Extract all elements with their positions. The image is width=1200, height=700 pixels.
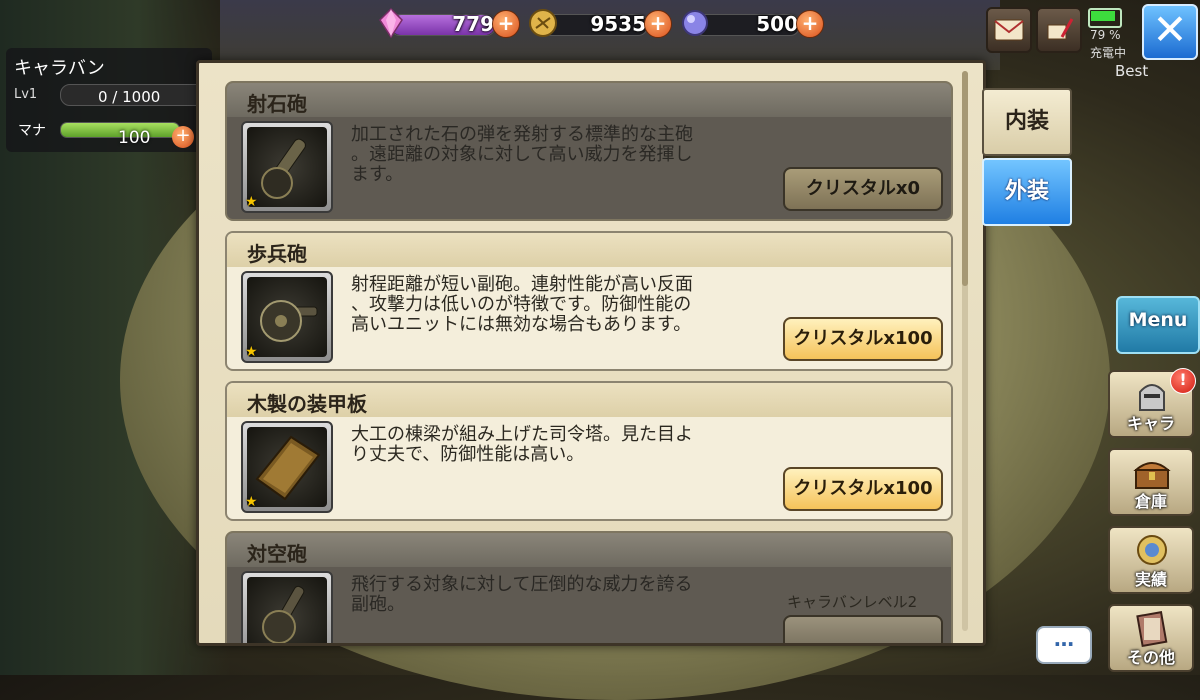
card-header: 歩兵砲: [227, 233, 951, 267]
storage-button-label: 倉庫: [1134, 492, 1167, 511]
item-description: 加工された石の弾を発射する標準的な主砲 。遠距離の対象に対して高い威力を発揮し …: [351, 124, 693, 185]
wooden-armor-plate-icon: [255, 435, 321, 501]
buy-button[interactable]: クリスタルx100: [783, 317, 943, 361]
alert-badge: !: [1170, 368, 1196, 394]
coin-counter: 9535 +: [528, 9, 672, 38]
tab-exterior[interactable]: 外装: [982, 158, 1072, 226]
chat-button[interactable]: …: [1036, 626, 1092, 664]
notice-button[interactable]: [1036, 7, 1082, 53]
add-mana-button[interactable]: +: [172, 126, 194, 148]
tab-interior[interactable]: 内装: [982, 88, 1072, 156]
storage-button[interactable]: 倉庫: [1108, 448, 1194, 516]
infantry-gun-icon: [260, 300, 318, 342]
menu-button[interactable]: Menu: [1116, 296, 1200, 354]
other-button-label: その他: [1126, 648, 1175, 667]
equipment-card: 木製の装甲板 ★ 大工の棟梁が組み上げた司令塔。見た目よ り丈夫で、防御性能は高…: [225, 381, 953, 521]
item-name: 歩兵砲: [247, 242, 307, 266]
mail-button[interactable]: [986, 7, 1032, 53]
battery-percent: 79 %: [1090, 28, 1121, 42]
caravan-name: キャラバン: [14, 58, 105, 79]
anti-air-gun-icon: [262, 585, 305, 643]
rarity-star-icon: ★: [245, 194, 258, 210]
quality-setting: Best: [1115, 62, 1149, 80]
scrollbar[interactable]: [962, 71, 968, 631]
card-header: 木製の装甲板: [227, 383, 951, 417]
item-thumbnail: ★: [241, 271, 333, 363]
caravan-status-panel: キャラバン Lv1 0 / 1000 マナ 100 +: [6, 48, 212, 152]
spirit-orb-icon: [682, 10, 708, 36]
item-thumbnail: ★: [241, 421, 333, 513]
mana-value: 100: [118, 128, 151, 148]
envelope-icon: [994, 19, 1024, 41]
achievements-button-label: 実績: [1134, 570, 1167, 589]
equipment-list-dialog: 射石砲 ★ 加工された石の弾を発射する標準的な主砲 。遠距離の対象に対して高い威…: [196, 60, 986, 646]
add-orbs-button[interactable]: +: [796, 10, 824, 38]
other-button[interactable]: その他: [1108, 604, 1194, 672]
achievements-button[interactable]: 実績: [1108, 526, 1194, 594]
add-gems-button[interactable]: +: [492, 10, 520, 38]
item-name: 対空砲: [247, 542, 307, 566]
coin-count: 9535: [590, 12, 646, 36]
chat-bubble-icon: …: [1054, 627, 1074, 651]
scrollbar-thumb[interactable]: [962, 71, 968, 286]
equipment-card: 歩兵砲 ★ 射程距離が短い副砲。連射性能が高い反面 、攻撃力は低いのが特徴です。…: [225, 231, 953, 371]
unlock-requirement: キャラバンレベル2: [787, 593, 918, 611]
item-thumbnail: ★: [241, 121, 333, 213]
buy-button[interactable]: クリスタルx100: [783, 467, 943, 511]
orb-counter: 500 +: [680, 10, 824, 38]
battery-icon: [1088, 8, 1122, 28]
equipment-card: 射石砲 ★ 加工された石の弾を発射する標準的な主砲 。遠距離の対象に対して高い威…: [225, 81, 953, 221]
mana-label: マナ: [18, 123, 46, 139]
exp-text: 0 / 1000: [98, 88, 161, 106]
item-name: 木製の装甲板: [247, 392, 367, 416]
orb-count: 500: [756, 12, 798, 36]
rarity-star-icon: ★: [245, 344, 258, 360]
rarity-star-icon: ★: [245, 494, 258, 510]
item-description: 射程距離が短い副砲。連射性能が高い反面 、攻撃力は低いのが特徴です。防御性能の …: [351, 274, 693, 335]
item-description: 大工の棟梁が組み上げた司令塔。見た目よ り丈夫で、防御性能は高い。: [351, 424, 693, 465]
scroll-quill-icon: [1047, 18, 1074, 40]
card-header: 射石砲: [227, 83, 951, 117]
equipment-card: 対空砲 飛行する対象に対して圧倒的な威力を誇る 副砲。 キャラバンレベル2: [225, 531, 953, 643]
item-thumbnail: [241, 571, 333, 643]
buy-button[interactable]: クリスタルx0: [783, 167, 943, 211]
character-button-label: キャラ: [1126, 414, 1175, 433]
gem-count: 779: [452, 12, 494, 36]
close-icon: ✕: [1152, 5, 1188, 54]
pink-crystal-icon: [379, 8, 403, 38]
gold-coin-icon: [529, 9, 557, 37]
gem-counter: 779 +: [376, 8, 520, 38]
charging-status: 充電中: [1090, 46, 1127, 60]
cannon-icon: [261, 138, 306, 199]
caravan-level: Lv1: [14, 87, 38, 102]
add-coins-button[interactable]: +: [644, 10, 672, 38]
item-name: 射石砲: [247, 92, 307, 116]
item-description: 飛行する対象に対して圧倒的な威力を誇る 副砲。: [351, 574, 693, 615]
close-button[interactable]: ✕: [1142, 4, 1198, 60]
locked-button: [783, 615, 943, 643]
card-header: 対空砲: [227, 533, 951, 567]
